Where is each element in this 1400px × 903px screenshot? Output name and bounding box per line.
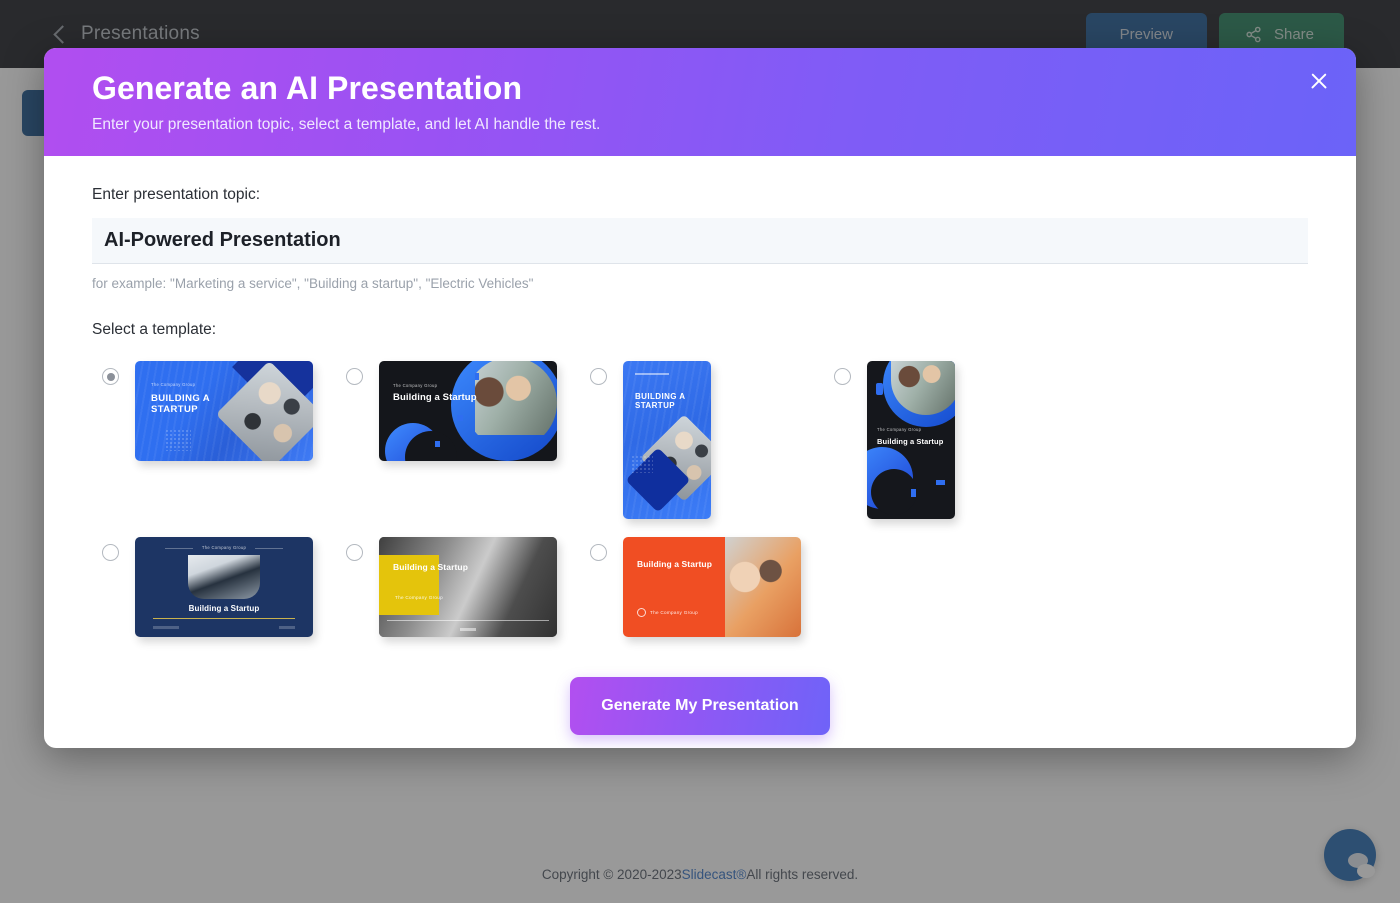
template-7-eyebrow: The Company Group <box>650 610 698 615</box>
close-icon[interactable] <box>1304 66 1334 96</box>
template-4-title: Building a Startup <box>877 437 944 446</box>
template-7-title: Building a Startup <box>637 559 712 569</box>
modal-header: Generate an AI Presentation Enter your p… <box>44 48 1356 156</box>
template-radio-4[interactable] <box>834 368 851 385</box>
modal-body: Enter presentation topic: for example: "… <box>44 156 1356 735</box>
template-option-7[interactable]: Building a Startup The Company Group <box>580 537 824 637</box>
template-section-label: Select a template: <box>92 321 217 338</box>
template-radio-3[interactable] <box>590 368 607 385</box>
template-1-title: BUILDING A STARTUP <box>151 393 211 415</box>
modal-subtitle: Enter your presentation topic, select a … <box>92 116 601 133</box>
template-row-2: The Company Group Building a Startup Bui… <box>92 537 1308 637</box>
template-option-5[interactable]: The Company Group Building a Startup <box>92 537 336 637</box>
topic-field-label: Enter presentation topic: <box>92 186 261 203</box>
template-radio-1[interactable] <box>102 368 119 385</box>
template-option-6[interactable]: Building a Startup The Company Group <box>336 537 580 637</box>
topic-hint: for example: "Marketing a service", "Bui… <box>92 276 534 291</box>
template-2-eyebrow: The Company Group <box>393 383 438 388</box>
template-radio-2[interactable] <box>346 368 363 385</box>
generate-my-presentation-button[interactable]: Generate My Presentation <box>570 677 830 735</box>
template-radio-6[interactable] <box>346 544 363 561</box>
template-thumbnail-6[interactable]: Building a Startup The Company Group <box>379 537 557 637</box>
template-1-eyebrow: The Company Group <box>151 382 196 387</box>
template-option-3[interactable]: BUILDING A STARTUP <box>580 361 824 519</box>
template-6-eyebrow: The Company Group <box>395 595 443 600</box>
template-2-title: Building a Startup <box>393 392 477 403</box>
generate-ai-presentation-modal: Generate an AI Presentation Enter your p… <box>44 48 1356 748</box>
template-option-2[interactable]: The Company Group Building a Startup <box>336 361 580 519</box>
template-3-title: BUILDING A STARTUP <box>635 392 686 410</box>
template-5-title: Building a Startup <box>188 604 260 613</box>
template-4-eyebrow: The Company Group <box>877 427 922 432</box>
template-thumbnail-5[interactable]: The Company Group Building a Startup <box>135 537 313 637</box>
template-thumbnail-2[interactable]: The Company Group Building a Startup <box>379 361 557 461</box>
template-thumbnail-7[interactable]: Building a Startup The Company Group <box>623 537 801 637</box>
topic-input[interactable] <box>92 218 1308 264</box>
template-5-eyebrow: The Company Group <box>201 545 247 550</box>
template-radio-5[interactable] <box>102 544 119 561</box>
template-6-title: Building a Startup <box>393 562 468 572</box>
template-thumbnail-1[interactable]: The Company Group BUILDING A STARTUP <box>135 361 313 461</box>
template-thumbnail-3[interactable]: BUILDING A STARTUP <box>623 361 711 519</box>
template-thumbnail-4[interactable]: The Company Group Building a Startup <box>867 361 955 519</box>
template-radio-7[interactable] <box>590 544 607 561</box>
template-option-4[interactable]: The Company Group Building a Startup <box>824 361 1068 519</box>
modal-title: Generate an AI Presentation <box>92 70 523 106</box>
template-row-1: The Company Group BUILDING A STARTUP The … <box>92 361 1308 519</box>
template-option-1[interactable]: The Company Group BUILDING A STARTUP <box>92 361 336 519</box>
